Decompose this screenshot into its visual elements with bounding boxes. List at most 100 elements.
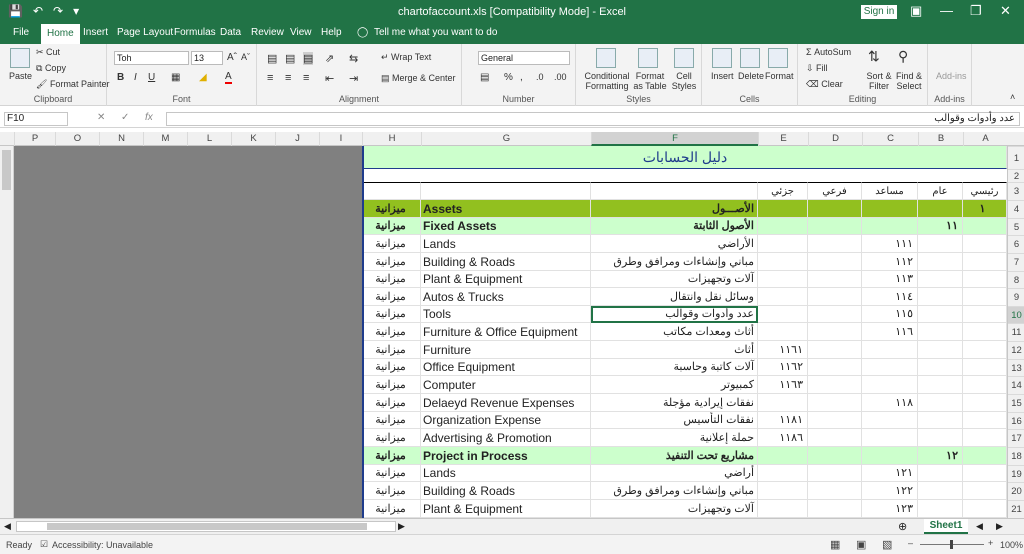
borders-icon[interactable]: ▦ [171,72,180,83]
cell-g-row-20[interactable]: Building & Roads [421,482,591,500]
cell-g-row-6[interactable]: Lands [421,235,591,253]
name-box[interactable]: F10 [4,112,68,126]
cell-f-row-20[interactable]: مباني وإنشاءات ومرافق وطرق [591,482,758,500]
row-header-2[interactable]: 2 [1008,169,1024,182]
cell-f-row-5[interactable]: الأصول الثابتة [591,218,758,235]
cell-f-row-18[interactable]: مشاريع تحت التنفيذ [591,447,758,465]
cell-h-row-8[interactable]: ميزانية [364,271,421,288]
cell-c-row-6[interactable]: ١١١ [862,235,918,253]
cell-c-row-19[interactable]: ١٢١ [862,465,918,482]
close-icon[interactable]: ✕ [1000,3,1011,19]
insert-function-icon[interactable]: fx [145,112,153,123]
column-header-j[interactable]: J [275,132,319,146]
tab-view[interactable]: View [290,27,312,38]
merge-center-button[interactable]: ▤ Merge & Center [381,73,456,84]
cell-e-row-5[interactable] [758,218,808,235]
cell-a-row-12[interactable] [963,341,1007,359]
sign-in-button[interactable]: Sign in [861,5,897,19]
row-header-11[interactable]: 11 [1008,323,1024,341]
cell-g-row-10[interactable]: Tools [421,306,591,323]
cell-e-row-12[interactable]: ١١٦١ [758,341,808,359]
cell-h-row-7[interactable]: ميزانية [364,253,421,271]
fill-color-icon[interactable]: ◢ [199,72,207,83]
cell-d-row-5[interactable] [808,218,862,235]
normal-view-icon[interactable]: ▦ [830,538,840,551]
ribbon-display-icon[interactable]: ▣ [910,3,922,19]
cell-d-row-6[interactable] [808,235,862,253]
cell-c-row-16[interactable] [862,412,918,429]
increase-indent-icon[interactable]: ⇥ [349,72,358,85]
tab-home[interactable]: Home [41,24,80,44]
cell-e-row-4[interactable] [758,200,808,218]
paste-icon[interactable] [10,48,30,68]
format-as-table-icon[interactable] [638,48,658,68]
cell-a-row-6[interactable] [963,235,1007,253]
cell-d-row-11[interactable] [808,323,862,341]
row-header-4[interactable]: 4 [1008,200,1024,218]
cell-b-row-15[interactable] [918,394,963,412]
font-color-icon[interactable]: A [225,71,232,84]
clear-button[interactable]: ⌫ Clear [806,79,843,90]
zoom-out-icon[interactable]: – [908,538,913,548]
conditional-formatting-icon[interactable] [596,48,616,68]
cell-a-row-21[interactable] [963,500,1007,518]
cell-h-row-6[interactable]: ميزانية [364,235,421,253]
enter-icon[interactable]: ✓ [121,112,129,123]
fill-button[interactable]: ⇩ Fill [806,63,828,74]
find-select-button[interactable]: Find & Select [894,71,924,91]
cell-d-row-14[interactable] [808,376,862,394]
cell-c-row-8[interactable]: ١١٣ [862,271,918,288]
sort-filter-icon[interactable]: ⇅ [868,48,880,65]
cell-d-row-17[interactable] [808,429,862,447]
copy-button[interactable]: ⧉ Copy [36,63,66,74]
cell-e-row-15[interactable] [758,394,808,412]
tab-scroll-right-icon[interactable]: ▶ [996,521,1003,532]
maximize-icon[interactable]: ❐ [970,3,982,19]
cell-h-row-5[interactable]: ميزانية [364,218,421,235]
row-header-17[interactable]: 17 [1008,429,1024,447]
cell-e-row-10[interactable] [758,306,808,323]
vertical-scrollbar[interactable] [0,146,14,518]
comma-style-icon[interactable]: , [520,72,523,83]
font-size-combo[interactable]: 13 [191,51,223,65]
cell-g-row-4[interactable]: Assets [421,200,591,218]
page-break-view-icon[interactable]: ▧ [882,538,892,551]
page-layout-view-icon[interactable]: ▣ [856,538,866,551]
cell-d-row-15[interactable] [808,394,862,412]
minimize-icon[interactable]: — [940,3,953,18]
cell-e-row-19[interactable] [758,465,808,482]
cell-c-row-4[interactable] [862,200,918,218]
cell-f-row-14[interactable]: كمبيوتر [591,376,758,394]
wrap-text-button[interactable]: ↵ Wrap Text [381,52,431,63]
align-left-icon[interactable]: ≡ [267,72,273,84]
addins-button[interactable]: Add-ins [936,71,967,81]
increase-decimal-icon[interactable]: .0 [536,72,544,82]
cell-e-row-21[interactable] [758,500,808,518]
accessibility-status[interactable]: Accessibility: Unavailable [52,540,153,550]
paste-button[interactable]: Paste [9,71,32,81]
cell-f-row-12[interactable]: أثاث [591,341,758,359]
row-header-1[interactable]: 1 [1008,146,1024,169]
column-header-g[interactable]: G [421,132,591,146]
cell-e-row-16[interactable]: ١١٨١ [758,412,808,429]
cell-f-row-9[interactable]: وسائل نقل وانتقال [591,288,758,306]
column-header-f[interactable]: F [591,132,758,146]
cell-b-row-20[interactable] [918,482,963,500]
cell-g-row-14[interactable]: Computer [421,376,591,394]
cell-a-row-5[interactable] [963,218,1007,235]
row-header-14[interactable]: 14 [1008,376,1024,394]
zoom-in-icon[interactable]: + [988,538,993,548]
column-header-k[interactable]: K [231,132,275,146]
font-name-combo[interactable]: Toh [114,51,189,65]
cell-h-row-21[interactable]: ميزانية [364,500,421,518]
cell-f-row-15[interactable]: نفقات إيرادية مؤجلة [591,394,758,412]
tab-file[interactable]: File [13,27,29,38]
conditional-formatting-button[interactable]: Conditional Formatting [582,71,632,91]
align-middle-icon[interactable]: ▤ [285,52,295,65]
cell-e-row-11[interactable] [758,323,808,341]
cell-f-row-16[interactable]: نفقات التأسيس [591,412,758,429]
cell-b-row-8[interactable] [918,271,963,288]
row-header-8[interactable]: 8 [1008,271,1024,288]
cell-c-row-20[interactable]: ١٢٢ [862,482,918,500]
cell-g-row-9[interactable]: Autos & Trucks [421,288,591,306]
